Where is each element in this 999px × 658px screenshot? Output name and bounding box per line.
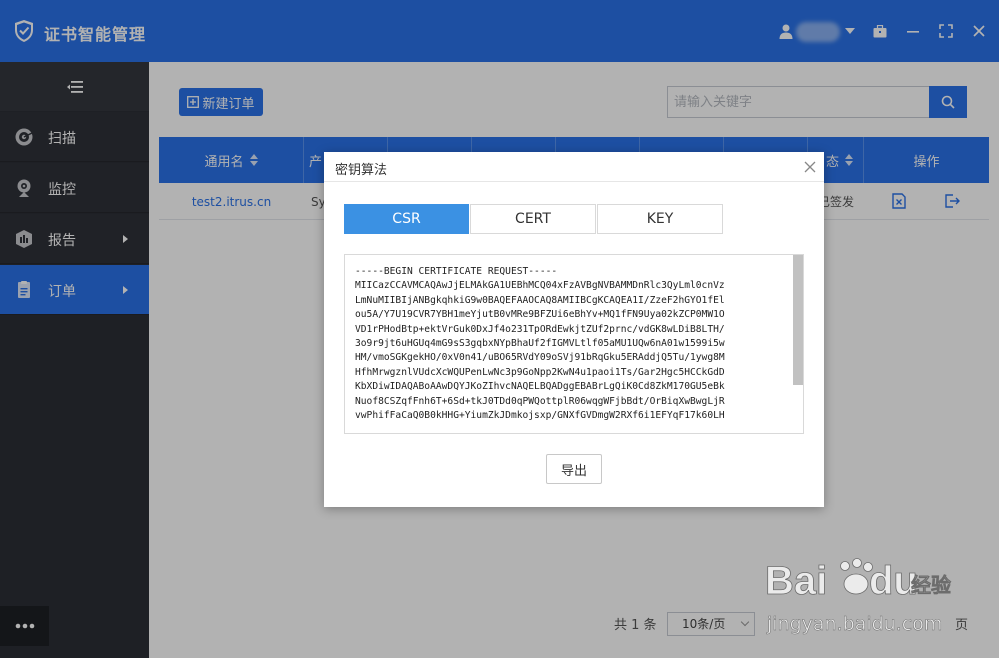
tab-csr[interactable]: CSR (344, 204, 469, 234)
export-button[interactable]: 导出 (546, 454, 602, 484)
tab-key[interactable]: KEY (597, 204, 723, 234)
dialog-title: 密钥算法 (335, 163, 388, 178)
paw-icon (840, 558, 873, 595)
csr-textarea[interactable]: -----BEGIN CERTIFICATE REQUEST----- MIIC… (344, 254, 804, 434)
baidu-jingyan-watermark: Bai du 经验 jingyan.baidu.com (765, 558, 951, 635)
close-icon[interactable] (802, 159, 818, 175)
watermark-cn: 经验 (911, 573, 951, 597)
watermark-url: jingyan.baidu.com (766, 613, 942, 635)
csr-content: -----BEGIN CERTIFICATE REQUEST----- MIIC… (355, 266, 725, 422)
watermark-brand: Bai (765, 559, 827, 603)
dialog-header: 密钥算法 (324, 152, 824, 182)
key-algorithm-dialog: 密钥算法 CSR CERT KEY -----BEGIN CERTIFICATE… (324, 152, 824, 507)
scrollbar-thumb[interactable] (793, 255, 803, 385)
tab-cert[interactable]: CERT (470, 204, 596, 234)
